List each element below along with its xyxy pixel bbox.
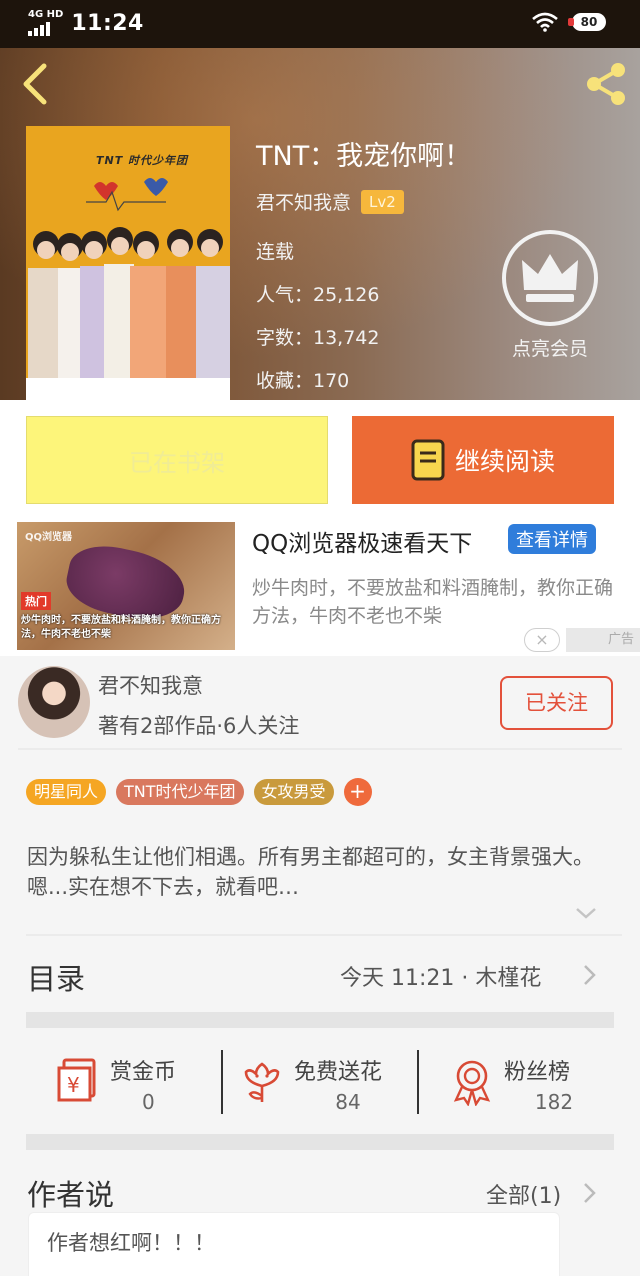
ad-banner[interactable]: QQ浏览器 热门 炒牛肉时，不要放盐和料酒腌制，教你正确方法，牛肉不老也不柴 Q… <box>0 516 640 656</box>
tag-item[interactable]: 明星同人 <box>26 779 107 805</box>
clock: 11:24 <box>71 10 144 36</box>
continue-reading-button[interactable]: 继续阅读 <box>352 416 614 504</box>
book-info: TNT：我宠你啊！ 君不知我意 Lv2 连载 人气：25,126 字数：13,7… <box>256 140 471 403</box>
free-flower-label: 免费送花 <box>294 1060 383 1085</box>
coin-envelope-icon: ¥ <box>57 1058 96 1102</box>
author-stats: 著有2部作品·6人关注 <box>98 714 300 738</box>
word-count: 字数：13,742 <box>256 327 380 349</box>
vip-crown-button[interactable] <box>500 228 600 328</box>
free-flower-value: 84 <box>335 1090 361 1114</box>
ad-hot-badge: 热门 <box>21 592 51 610</box>
continue-reading-label: 继续阅读 <box>454 447 555 476</box>
divider <box>18 748 622 750</box>
tag-item[interactable]: 女攻男受 <box>253 779 334 805</box>
signal-icon <box>28 20 63 36</box>
fan-rank-label: 粉丝榜 <box>504 1060 571 1085</box>
chevron-down-icon[interactable] <box>574 904 598 922</box>
author-says-content: 作者想红啊！！！ <box>47 1231 215 1255</box>
author-name[interactable]: 君不知我意 <box>98 670 203 700</box>
add-tag-button[interactable]: + <box>343 778 372 806</box>
tag-list: 明星同人 TNT时代少年团 女攻男受 + <box>26 778 372 806</box>
in-bookshelf-label: 已在书架 <box>129 448 225 477</box>
chevron-right-icon[interactable] <box>582 964 596 986</box>
ad-title[interactable]: QQ浏览器极速看天下 <box>252 524 472 558</box>
wifi-icon <box>532 12 558 32</box>
book-icon <box>411 439 445 481</box>
share-button[interactable] <box>582 60 630 108</box>
svg-text:¥: ¥ <box>67 1073 80 1097</box>
book-title: TNT：我宠你啊！ <box>256 141 472 172</box>
book-author[interactable]: 君不知我意 <box>256 188 351 215</box>
ad-details-button[interactable]: 查看详情 <box>508 524 596 554</box>
ad-label: 广告 <box>566 628 640 652</box>
flower-icon <box>244 1062 280 1102</box>
fan-rank-stat[interactable]: 粉丝榜 182 <box>418 1028 614 1134</box>
level-badge: Lv2 <box>361 189 404 214</box>
ad-close-button[interactable]: × <box>524 628 560 652</box>
favorites-count: 收藏：170 <box>256 370 350 392</box>
ad-image-logo: QQ浏览器 <box>25 532 73 543</box>
book-cover[interactable]: TNT 时代少年团 <box>26 126 230 400</box>
author-card[interactable]: 君不知我意 著有2部作品·6人关注 已关注 <box>0 662 640 748</box>
toc-latest-update[interactable]: 今天 11:21 · 木槿花 <box>340 960 541 992</box>
action-bar: 已在书架 继续阅读 <box>0 400 640 516</box>
ad-image-caption: 炒牛肉时，不要放盐和料酒腌制，教你正确方法，牛肉不老也不柴 <box>21 615 221 640</box>
battery-icon: 80 <box>568 13 606 31</box>
medal-icon <box>453 1060 491 1106</box>
network-indicator: 4G HD <box>28 9 64 20</box>
tag-item[interactable]: TNT时代少年团 <box>116 779 244 805</box>
vip-label[interactable]: 点亮会员 <box>490 334 610 361</box>
section-separator <box>26 1134 614 1150</box>
serial-status: 连载 <box>256 241 295 263</box>
divider <box>26 934 622 936</box>
support-stats: ¥ 赏金币 0 免费送花 84 粉丝榜 182 <box>26 1028 614 1134</box>
toc-title[interactable]: 目录 <box>27 956 85 998</box>
chevron-right-icon[interactable] <box>582 1182 596 1204</box>
ad-description[interactable]: 炒牛肉时，不要放盐和料酒腌制，教你正确方法，牛肉不老也不柴 <box>252 574 624 630</box>
status-bar: 4G HD 11:24 80 <box>0 0 640 48</box>
avatar[interactable] <box>18 666 90 738</box>
follow-button[interactable]: 已关注 <box>500 676 613 730</box>
popularity-count: 人气：25,126 <box>256 284 380 306</box>
section-separator <box>26 1012 614 1028</box>
fan-rank-value: 182 <box>534 1090 574 1114</box>
author-says-all-link[interactable]: 全部(1) <box>486 1178 561 1210</box>
in-bookshelf-button[interactable]: 已在书架 <box>26 416 328 504</box>
author-says-title: 作者说 <box>27 1178 115 1212</box>
back-button[interactable] <box>18 62 54 106</box>
ad-image[interactable]: QQ浏览器 热门 炒牛肉时，不要放盐和料酒腌制，教你正确方法，牛肉不老也不柴 <box>17 522 235 650</box>
free-flower-stat[interactable]: 免费送花 84 <box>222 1028 418 1134</box>
synopsis[interactable]: 因为躲私生让他们相遇。所有男主都超可的，女主背景强大。嗯...实在想不下去，就看… <box>27 842 617 902</box>
author-says-card[interactable]: 作者想红啊！！！ <box>28 1212 560 1276</box>
reward-coin-stat[interactable]: ¥ 赏金币 0 <box>26 1028 222 1134</box>
reward-coin-label: 赏金币 <box>110 1060 177 1085</box>
cover-illustration <box>28 178 230 380</box>
reward-coin-value: 0 <box>142 1090 155 1114</box>
